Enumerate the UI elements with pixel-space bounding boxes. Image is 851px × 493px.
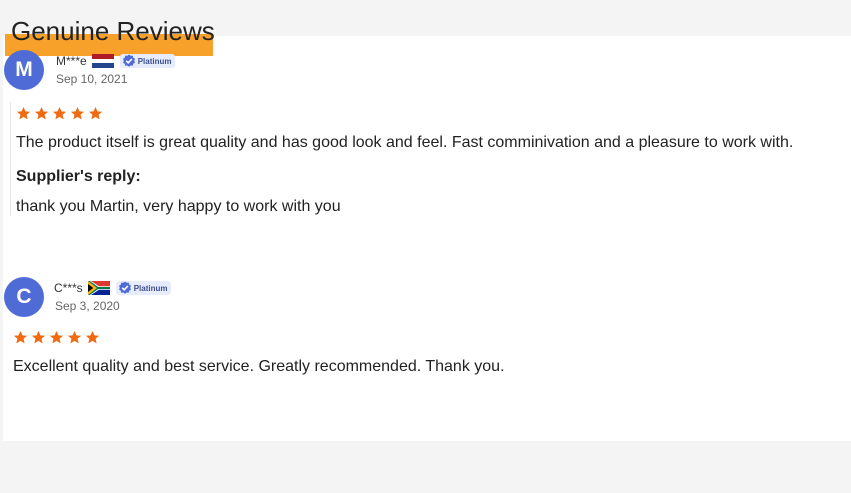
platinum-badge: Platinum <box>119 54 176 68</box>
reviewer-info: M***e Platinum <box>56 53 176 69</box>
supplier-reply-text: thank you Martin, very happy to work wit… <box>16 198 341 215</box>
avatar: C <box>4 277 44 317</box>
supplier-reply-label: Supplier's reply: <box>16 168 141 185</box>
section-header: Genuine Reviews <box>5 14 215 56</box>
reviewer-name: M***e <box>56 54 87 68</box>
review-date: Sep 3, 2020 <box>55 299 120 313</box>
star-icon <box>52 106 67 119</box>
verified-check-icon <box>122 54 135 67</box>
star-icon <box>13 330 28 343</box>
star-icon <box>16 106 31 119</box>
review-date: Sep 10, 2021 <box>56 72 128 86</box>
star-icon <box>88 106 103 119</box>
badge-label: Platinum <box>133 283 168 293</box>
badge-label: Platinum <box>137 56 172 66</box>
review-comment: Excellent quality and best service. Grea… <box>13 358 505 375</box>
reviewer-name: C***s <box>54 281 83 295</box>
review-comment: The product itself is great quality and … <box>16 134 794 151</box>
south-africa-flag-icon <box>87 281 110 295</box>
star-icon <box>34 106 49 119</box>
star-icon <box>67 330 82 343</box>
reviews-panel <box>3 36 851 441</box>
section-title: Genuine Reviews <box>11 16 215 46</box>
verified-check-icon <box>118 281 131 294</box>
star-icon <box>85 330 100 343</box>
star-rating <box>13 326 833 348</box>
star-rating <box>16 102 836 124</box>
avatar: M <box>4 50 44 90</box>
review-body: Excellent quality and best service. Grea… <box>8 326 833 378</box>
star-icon <box>49 330 64 343</box>
review-body: The product itself is great quality and … <box>10 102 836 216</box>
star-icon <box>70 106 85 119</box>
netherlands-flag-icon <box>91 54 114 68</box>
reviewer-info: C***s Platinum <box>54 280 172 296</box>
platinum-badge: Platinum <box>115 281 172 295</box>
star-icon <box>31 330 46 343</box>
